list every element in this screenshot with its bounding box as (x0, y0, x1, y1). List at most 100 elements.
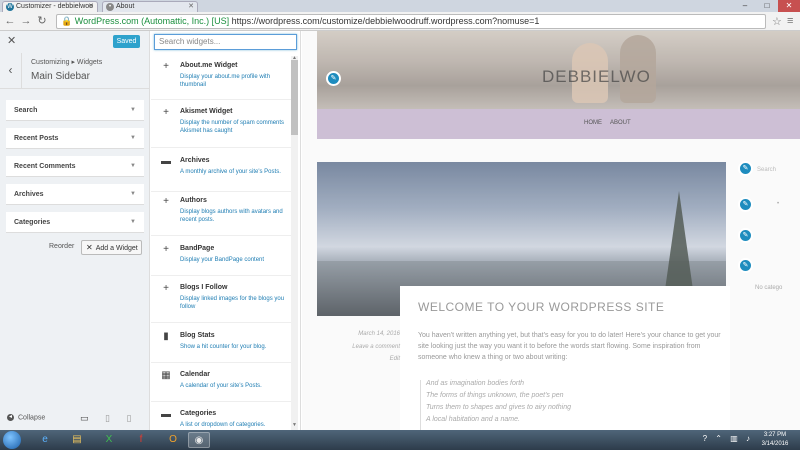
help-icon[interactable]: ? (703, 434, 707, 443)
breadcrumb: Customizing ▸ Widgets (31, 59, 103, 66)
flash-icon[interactable]: f (130, 432, 152, 448)
collapse-button[interactable]: ◂ Collapse (7, 414, 45, 421)
browser-toolbar: ← → ↻ 🔒 WordPress.com (Automattic, Inc.)… (0, 12, 800, 31)
volume-icon[interactable]: ♪ (746, 434, 750, 443)
tab-about[interactable]: • About ✕ (102, 1, 198, 12)
menu-link-home[interactable]: HOME (584, 120, 602, 126)
caret-down-icon: ▼ (130, 219, 136, 225)
back-arrow-icon[interactable]: ← (3, 14, 17, 28)
widget-authors[interactable]: + Authors Display blogs authors with ava… (151, 196, 292, 236)
widget-description: A list or dropdown of categories. (180, 422, 266, 428)
menu-link-about[interactable]: ABOUT (610, 120, 631, 126)
widget-description: Display your BandPage content (180, 257, 265, 263)
edit-pencil-icon[interactable]: ✎ (738, 161, 753, 176)
clock-time: 3:27 PM (763, 432, 787, 438)
widget-title: Authors (180, 197, 207, 204)
post-comment-link[interactable]: Leave a comment (330, 344, 400, 350)
scroll-up-icon[interactable]: ▲ (291, 55, 298, 61)
widget-title: Calendar (180, 371, 210, 378)
internet-explorer-icon[interactable]: e (34, 432, 56, 448)
widget-description: Display the number of spam comments Akis… (180, 120, 285, 134)
widget-description: A monthly archive of your site's Posts. (180, 169, 281, 175)
widget-title: Categories (180, 410, 217, 417)
post-date[interactable]: March 14, 2016 (330, 331, 400, 337)
close-icon[interactable]: ✕ (7, 34, 16, 47)
star-icon[interactable]: ☆ (772, 15, 782, 28)
widget-bandpage[interactable]: + BandPage Display your BandPage content (151, 244, 292, 276)
post-title[interactable]: WELCOME TO YOUR WORDPRESS SITE (418, 300, 664, 314)
section-label: Recent Posts (14, 135, 59, 142)
scrollbar-thumb[interactable] (291, 60, 298, 135)
windows-taskbar: e ▤ X f O ◉ ? ⌃ ▥ ♪ 3:27 PM 3/14/2016 (0, 430, 800, 450)
edit-pencil-icon[interactable]: ✎ (738, 197, 753, 212)
close-window-icon[interactable]: ✕ (778, 0, 800, 12)
mobile-icon[interactable]: ▯ (127, 413, 132, 423)
outlook-icon[interactable]: O (162, 432, 184, 448)
desktop-icon[interactable]: ▭ (80, 413, 89, 423)
tablet-icon[interactable]: ▯ (105, 413, 110, 423)
bullet-icon: • (777, 201, 780, 207)
widget-section-categories[interactable]: Categories ▼ (6, 212, 144, 233)
collapse-label: Collapse (18, 414, 46, 422)
calendar-icon: ▦ (161, 370, 171, 381)
reload-icon[interactable]: ↻ (35, 14, 49, 28)
caret-down-icon: ▼ (130, 135, 136, 141)
excel-icon[interactable]: X (98, 432, 120, 448)
widget-about-me[interactable]: + About.me Widget Display your about.me … (151, 61, 292, 100)
wordpress-icon: W (6, 3, 14, 11)
site-title[interactable]: DEBBIELWO (542, 67, 651, 87)
saved-button[interactable]: Saved (113, 35, 140, 48)
widget-akismet[interactable]: + Akismet Widget Display the number of s… (151, 107, 292, 148)
close-icon[interactable]: ✕ (88, 2, 94, 12)
caret-down-icon: ▼ (130, 107, 136, 113)
maximize-icon[interactable]: □ (756, 0, 778, 12)
customizer-header: ✕ Saved ‹ Customizing ▸ Widgets Main Sid… (0, 31, 149, 89)
widget-blogs-i-follow[interactable]: + Blogs I Follow Display linked images f… (151, 283, 292, 323)
plus-icon: + (163, 61, 169, 72)
file-explorer-icon[interactable]: ▤ (66, 432, 88, 448)
verse-line: The forms of things unknown, the poet's … (426, 392, 564, 399)
forward-arrow-icon[interactable]: → (19, 14, 33, 28)
widget-section-archives[interactable]: Archives ▼ (6, 184, 144, 205)
widget-blog-stats[interactable]: ▮ Blog Stats Show a hit counter for your… (151, 331, 292, 363)
tab-customizer[interactable]: W Customizer - debbielwoo ✕ (2, 1, 98, 12)
plus-icon: + (163, 196, 169, 207)
close-icon[interactable]: ✕ (188, 2, 194, 12)
edit-pencil-icon[interactable]: ✎ (326, 71, 341, 86)
widget-categories[interactable]: ▬ Categories A list or dropdown of categ… (151, 409, 292, 430)
sidebar-search-text[interactable]: Search (757, 167, 776, 173)
section-label: Search (14, 107, 38, 114)
post-edit-link[interactable]: Edit (330, 356, 400, 362)
edit-pencil-icon[interactable]: ✎ (738, 258, 753, 273)
widget-description: Show a hit counter for your blog. (180, 344, 267, 350)
widget-section-recent-posts[interactable]: Recent Posts ▼ (6, 128, 144, 149)
chrome-icon[interactable]: ◉ (188, 432, 210, 448)
minimize-icon[interactable]: – (734, 0, 756, 12)
reorder-link[interactable]: Reorder (49, 243, 74, 250)
taskbar-clock[interactable]: 3:27 PM 3/14/2016 (754, 431, 796, 449)
address-bar[interactable]: 🔒 WordPress.com (Automattic, Inc.) [US] … (56, 14, 766, 29)
chevron-up-icon[interactable]: ⌃ (715, 434, 722, 443)
widget-section-search[interactable]: Search ▼ (6, 100, 144, 121)
edit-pencil-icon[interactable]: ✎ (738, 228, 753, 243)
menu-icon[interactable]: ≡ (787, 15, 793, 27)
widget-archives[interactable]: ▬ Archives A monthly archive of your sit… (151, 156, 292, 192)
widget-calendar[interactable]: ▦ Calendar A calendar of your site's Pos… (151, 370, 292, 402)
widget-description: Display blogs authors with avatars and r… (180, 209, 283, 223)
clock-date: 3/14/2016 (761, 441, 789, 447)
verse-line: A local habitation and a name. (426, 416, 520, 423)
plus-icon: + (163, 107, 169, 118)
add-widget-button[interactable]: ✕ Add a Widget (81, 240, 142, 255)
caret-down-icon: ▼ (130, 163, 136, 169)
widget-section-recent-comments[interactable]: Recent Comments ▼ (6, 156, 144, 177)
start-button-icon[interactable] (3, 431, 21, 449)
back-chevron-icon[interactable]: ‹ (0, 53, 22, 89)
section-label: Categories (14, 219, 51, 226)
widget-title: Blogs I Follow (180, 284, 228, 291)
ssl-organization: WordPress.com (Automattic, Inc.) [US] (74, 16, 230, 26)
network-icon[interactable]: ▥ (730, 434, 738, 443)
arrow-left-icon: ◂ (7, 414, 14, 421)
scroll-down-icon[interactable]: ▼ (291, 422, 298, 428)
window-controls: – □ ✕ (734, 0, 800, 12)
widget-search-input[interactable]: Search widgets... (154, 34, 297, 50)
